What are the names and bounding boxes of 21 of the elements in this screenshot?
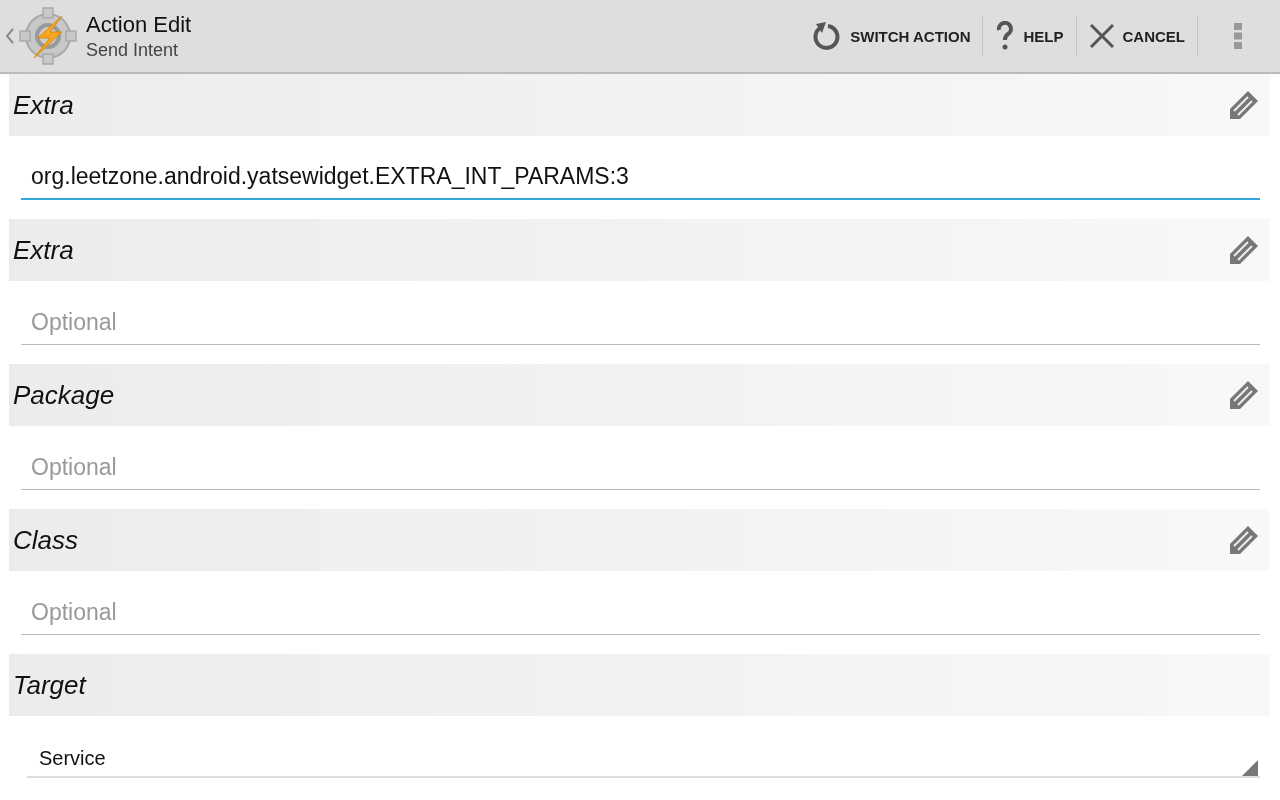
- overflow-menu-icon[interactable]: [1234, 23, 1242, 49]
- section-label: Package: [13, 379, 115, 411]
- screen-subtitle: Send Intent: [86, 39, 180, 61]
- section-label: Class: [13, 524, 78, 556]
- close-icon: [1088, 23, 1115, 49]
- pencil-icon[interactable]: [1228, 524, 1260, 556]
- pencil-icon[interactable]: [1228, 89, 1260, 121]
- dropdown-corner-icon: [1242, 760, 1258, 776]
- cancel-button[interactable]: CANCEL: [1076, 0, 1197, 72]
- back-caret-icon[interactable]: [6, 28, 14, 44]
- pencil-icon[interactable]: [1228, 234, 1260, 266]
- gear-lightning-icon[interactable]: [18, 6, 78, 66]
- section-label: Extra: [13, 89, 74, 121]
- help-icon: [995, 21, 1016, 51]
- section-label: Extra: [13, 234, 74, 266]
- dropdown-field[interactable]: Service: [27, 737, 1260, 778]
- section-label: Target: [13, 669, 86, 701]
- screen-title: Action Edit: [86, 11, 192, 38]
- switch-action-button[interactable]: SWITCH ACTION: [798, 0, 983, 72]
- help-button[interactable]: HELP: [983, 0, 1076, 72]
- pencil-icon[interactable]: [1228, 379, 1260, 411]
